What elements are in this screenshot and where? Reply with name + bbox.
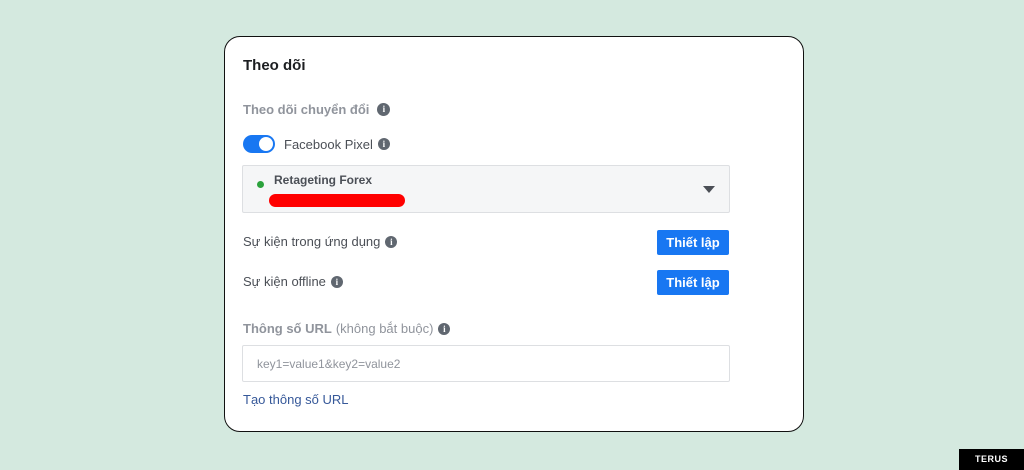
selected-pixel-name: Retageting Forex bbox=[274, 173, 373, 187]
tracking-panel: Theo dõi Theo dõi chuyển đổi i Facebook … bbox=[224, 36, 804, 432]
caret-down-icon bbox=[703, 186, 715, 193]
url-params-optional: (không bắt buộc) bbox=[335, 321, 434, 336]
info-icon[interactable]: i bbox=[330, 275, 343, 288]
redaction-mark bbox=[269, 194, 405, 207]
pixel-toggle[interactable] bbox=[243, 135, 275, 153]
app-events-label: Sự kiện trong ứng dụng bbox=[243, 234, 381, 249]
url-params-input[interactable] bbox=[242, 345, 730, 382]
conversion-heading-row: Theo dõi chuyển đổi i bbox=[243, 102, 391, 117]
toggle-knob bbox=[259, 137, 273, 151]
status-dot-icon bbox=[257, 181, 264, 188]
offline-events-row: Sự kiện offline i bbox=[243, 274, 343, 289]
build-url-params-link[interactable]: Tạo thông số URL bbox=[243, 392, 349, 407]
pixel-toggle-row: Facebook Pixel i bbox=[243, 135, 390, 153]
info-icon[interactable]: i bbox=[385, 235, 398, 248]
url-params-heading-row: Thông số URL (không bắt buộc) i bbox=[243, 321, 451, 336]
pixel-select[interactable]: Retageting Forex bbox=[242, 165, 730, 213]
info-icon[interactable]: i bbox=[377, 103, 391, 116]
section-title: Theo dõi bbox=[243, 57, 306, 74]
conversion-heading: Theo dõi chuyển đổi bbox=[243, 102, 370, 117]
app-events-row: Sự kiện trong ứng dụng i bbox=[243, 234, 398, 249]
info-icon[interactable]: i bbox=[377, 138, 390, 150]
pixel-toggle-label: Facebook Pixel bbox=[284, 136, 373, 152]
info-icon[interactable]: i bbox=[438, 322, 451, 335]
offline-events-label: Sự kiện offline bbox=[243, 274, 326, 289]
watermark-logo: TERUS bbox=[959, 449, 1024, 470]
app-events-setup-button[interactable]: Thiết lập bbox=[657, 230, 729, 255]
url-params-label: Thông số URL bbox=[243, 321, 332, 336]
offline-events-setup-button[interactable]: Thiết lập bbox=[657, 270, 729, 295]
